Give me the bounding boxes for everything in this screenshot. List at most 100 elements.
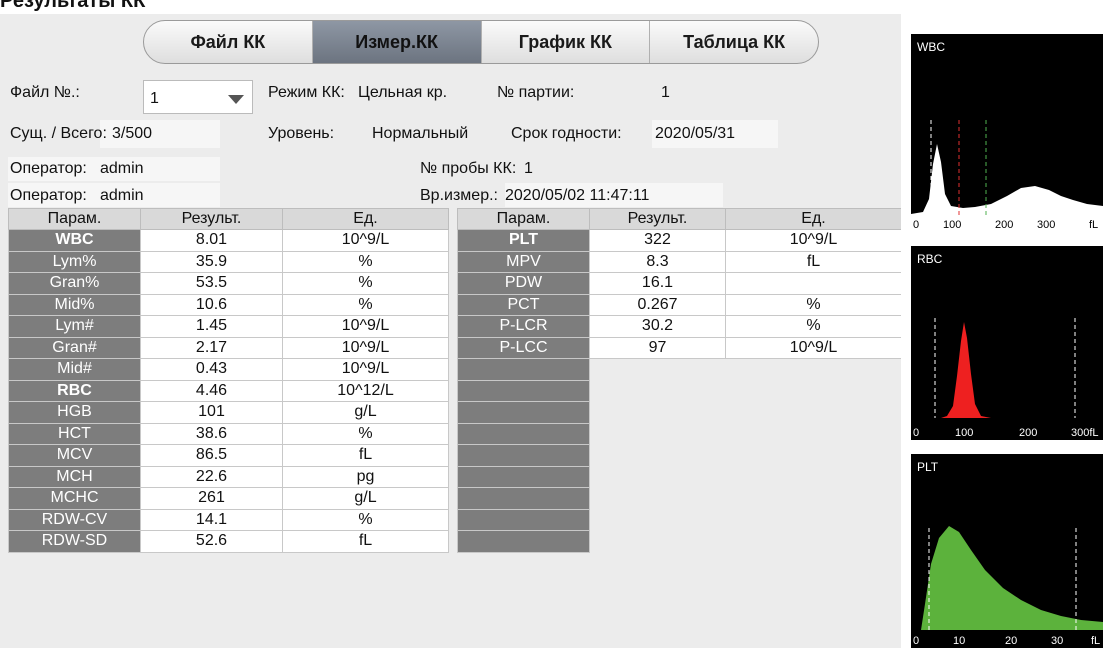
table-row: PLT 322 10^9/L [457, 229, 902, 252]
tab-qc-file[interactable]: Файл КК [144, 21, 313, 63]
unit-cell: % [725, 293, 902, 316]
result-cell: 0.43 [140, 358, 283, 381]
param-cell: MPV [457, 250, 590, 273]
plt-tick-0: 0 [913, 635, 919, 647]
wbc-histogram-title: WBC [917, 40, 945, 54]
param-cell: Lym# [8, 315, 141, 338]
unit-cell: pg [282, 465, 449, 488]
empty-cell [589, 530, 726, 553]
empty-param-cell [457, 379, 590, 402]
result-cell: 8.01 [140, 229, 283, 252]
wbc-tick-200: 200 [995, 219, 1013, 230]
unit-cell: 10^9/L [282, 229, 449, 252]
table-row [457, 530, 902, 553]
result-cell: 35.9 [140, 250, 283, 273]
unit-cell: % [725, 315, 902, 338]
header-result: Результ. [589, 208, 726, 230]
empty-cell [589, 358, 726, 381]
result-cell: 30.2 [589, 315, 726, 338]
plt-histogram-plot: 0 10 20 30 fL [911, 526, 1103, 648]
empty-cell [589, 487, 726, 510]
table-row [457, 465, 902, 488]
mode-label: Режим КК: [268, 84, 345, 101]
result-cell: 261 [140, 487, 283, 510]
param-cell: WBC [8, 229, 141, 252]
empty-cell [725, 401, 902, 424]
rbc-histogram-title: RBC [917, 252, 943, 266]
empty-param-cell [457, 487, 590, 510]
file-number-select[interactable]: 1 [143, 80, 253, 114]
table-row [457, 358, 902, 381]
unit-cell: 10^9/L [282, 336, 449, 359]
empty-cell [725, 508, 902, 531]
operator1-value: admin [100, 160, 144, 177]
operator2-label: Оператор: [10, 187, 87, 204]
table-row: Lym% 35.9% [8, 250, 449, 273]
empty-cell [725, 379, 902, 402]
result-cell: 322 [589, 229, 726, 252]
page-title: Результаты КК [0, 0, 146, 12]
table-row: WBC 8.01 10^9/L [8, 229, 449, 252]
plt-tick-unit: fL [1091, 635, 1100, 647]
empty-param-cell [457, 358, 590, 381]
table-row [457, 444, 902, 467]
param-cell: PCT [457, 293, 590, 316]
result-cell: 10.6 [140, 293, 283, 316]
table-row [457, 379, 902, 402]
plt-tick-20: 20 [1005, 635, 1017, 647]
table-row [457, 508, 902, 531]
wbc-histogram: WBC 0 100 200 300 fL [911, 34, 1103, 230]
table-row: RBC 4.46 10^12/L [8, 379, 449, 402]
unit-cell: 10^12/L [282, 379, 449, 402]
result-cell: 101 [140, 401, 283, 424]
unit-cell: g/L [282, 401, 449, 424]
tab-qc-measure[interactable]: Измер.КК [312, 21, 482, 63]
result-cell: 14.1 [140, 508, 283, 531]
table-row [457, 422, 902, 445]
tab-qc-graph[interactable]: График КК [482, 21, 651, 63]
plt-tick-10: 10 [953, 635, 965, 647]
sample-value: 1 [524, 160, 533, 177]
rbc-tick-200: 200 [1019, 427, 1037, 439]
time-label: Вр.измер.: [420, 187, 498, 204]
file-label: Файл №.: [10, 84, 80, 101]
header-param: Парам. [457, 208, 590, 230]
empty-param-cell [457, 530, 590, 553]
results-table-left: Парам. Результ. Ед. WBC 8.01 10^9/L Lym% 35.… [8, 208, 449, 553]
param-cell: HGB [8, 401, 141, 424]
empty-cell [589, 401, 726, 424]
table-row: RDW-CV 14.1% [8, 508, 449, 531]
empty-param-cell [457, 508, 590, 531]
unit-cell: fL [725, 250, 902, 273]
table-row: Mid% 10.6% [8, 293, 449, 316]
header-param: Парам. [8, 208, 141, 230]
param-cell: Gran% [8, 272, 141, 295]
count-value: 3/500 [112, 125, 153, 142]
empty-cell [725, 422, 902, 445]
table-row: Mid# 0.43 10^9/L [8, 358, 449, 381]
rbc-tick-0: 0 [913, 427, 919, 439]
result-cell: 16.1 [589, 272, 726, 295]
header-result: Результ. [140, 208, 283, 230]
unit-cell [725, 272, 902, 295]
result-cell: 53.5 [140, 272, 283, 295]
result-cell: 4.46 [140, 379, 283, 402]
empty-param-cell [457, 444, 590, 467]
result-cell: 86.5 [140, 444, 283, 467]
empty-cell [589, 465, 726, 488]
lot-value: 1 [661, 84, 670, 101]
param-cell: P-LCC [457, 336, 590, 359]
param-cell: RDW-SD [8, 530, 141, 553]
tab-qc-table[interactable]: Таблица КК [650, 21, 818, 63]
chevron-down-icon[interactable] [228, 95, 244, 104]
table-row: MPV 8.3 fL [457, 250, 902, 273]
wbc-tick-0: 0 [913, 219, 919, 230]
param-cell: MCV [8, 444, 141, 467]
operator1-label: Оператор: [10, 160, 87, 177]
time-value: 2020/05/02 11:47:11 [505, 187, 650, 204]
param-cell: Gran# [8, 336, 141, 359]
empty-cell [725, 358, 902, 381]
unit-cell: % [282, 293, 449, 316]
unit-cell: % [282, 508, 449, 531]
param-cell: MCHC [8, 487, 141, 510]
